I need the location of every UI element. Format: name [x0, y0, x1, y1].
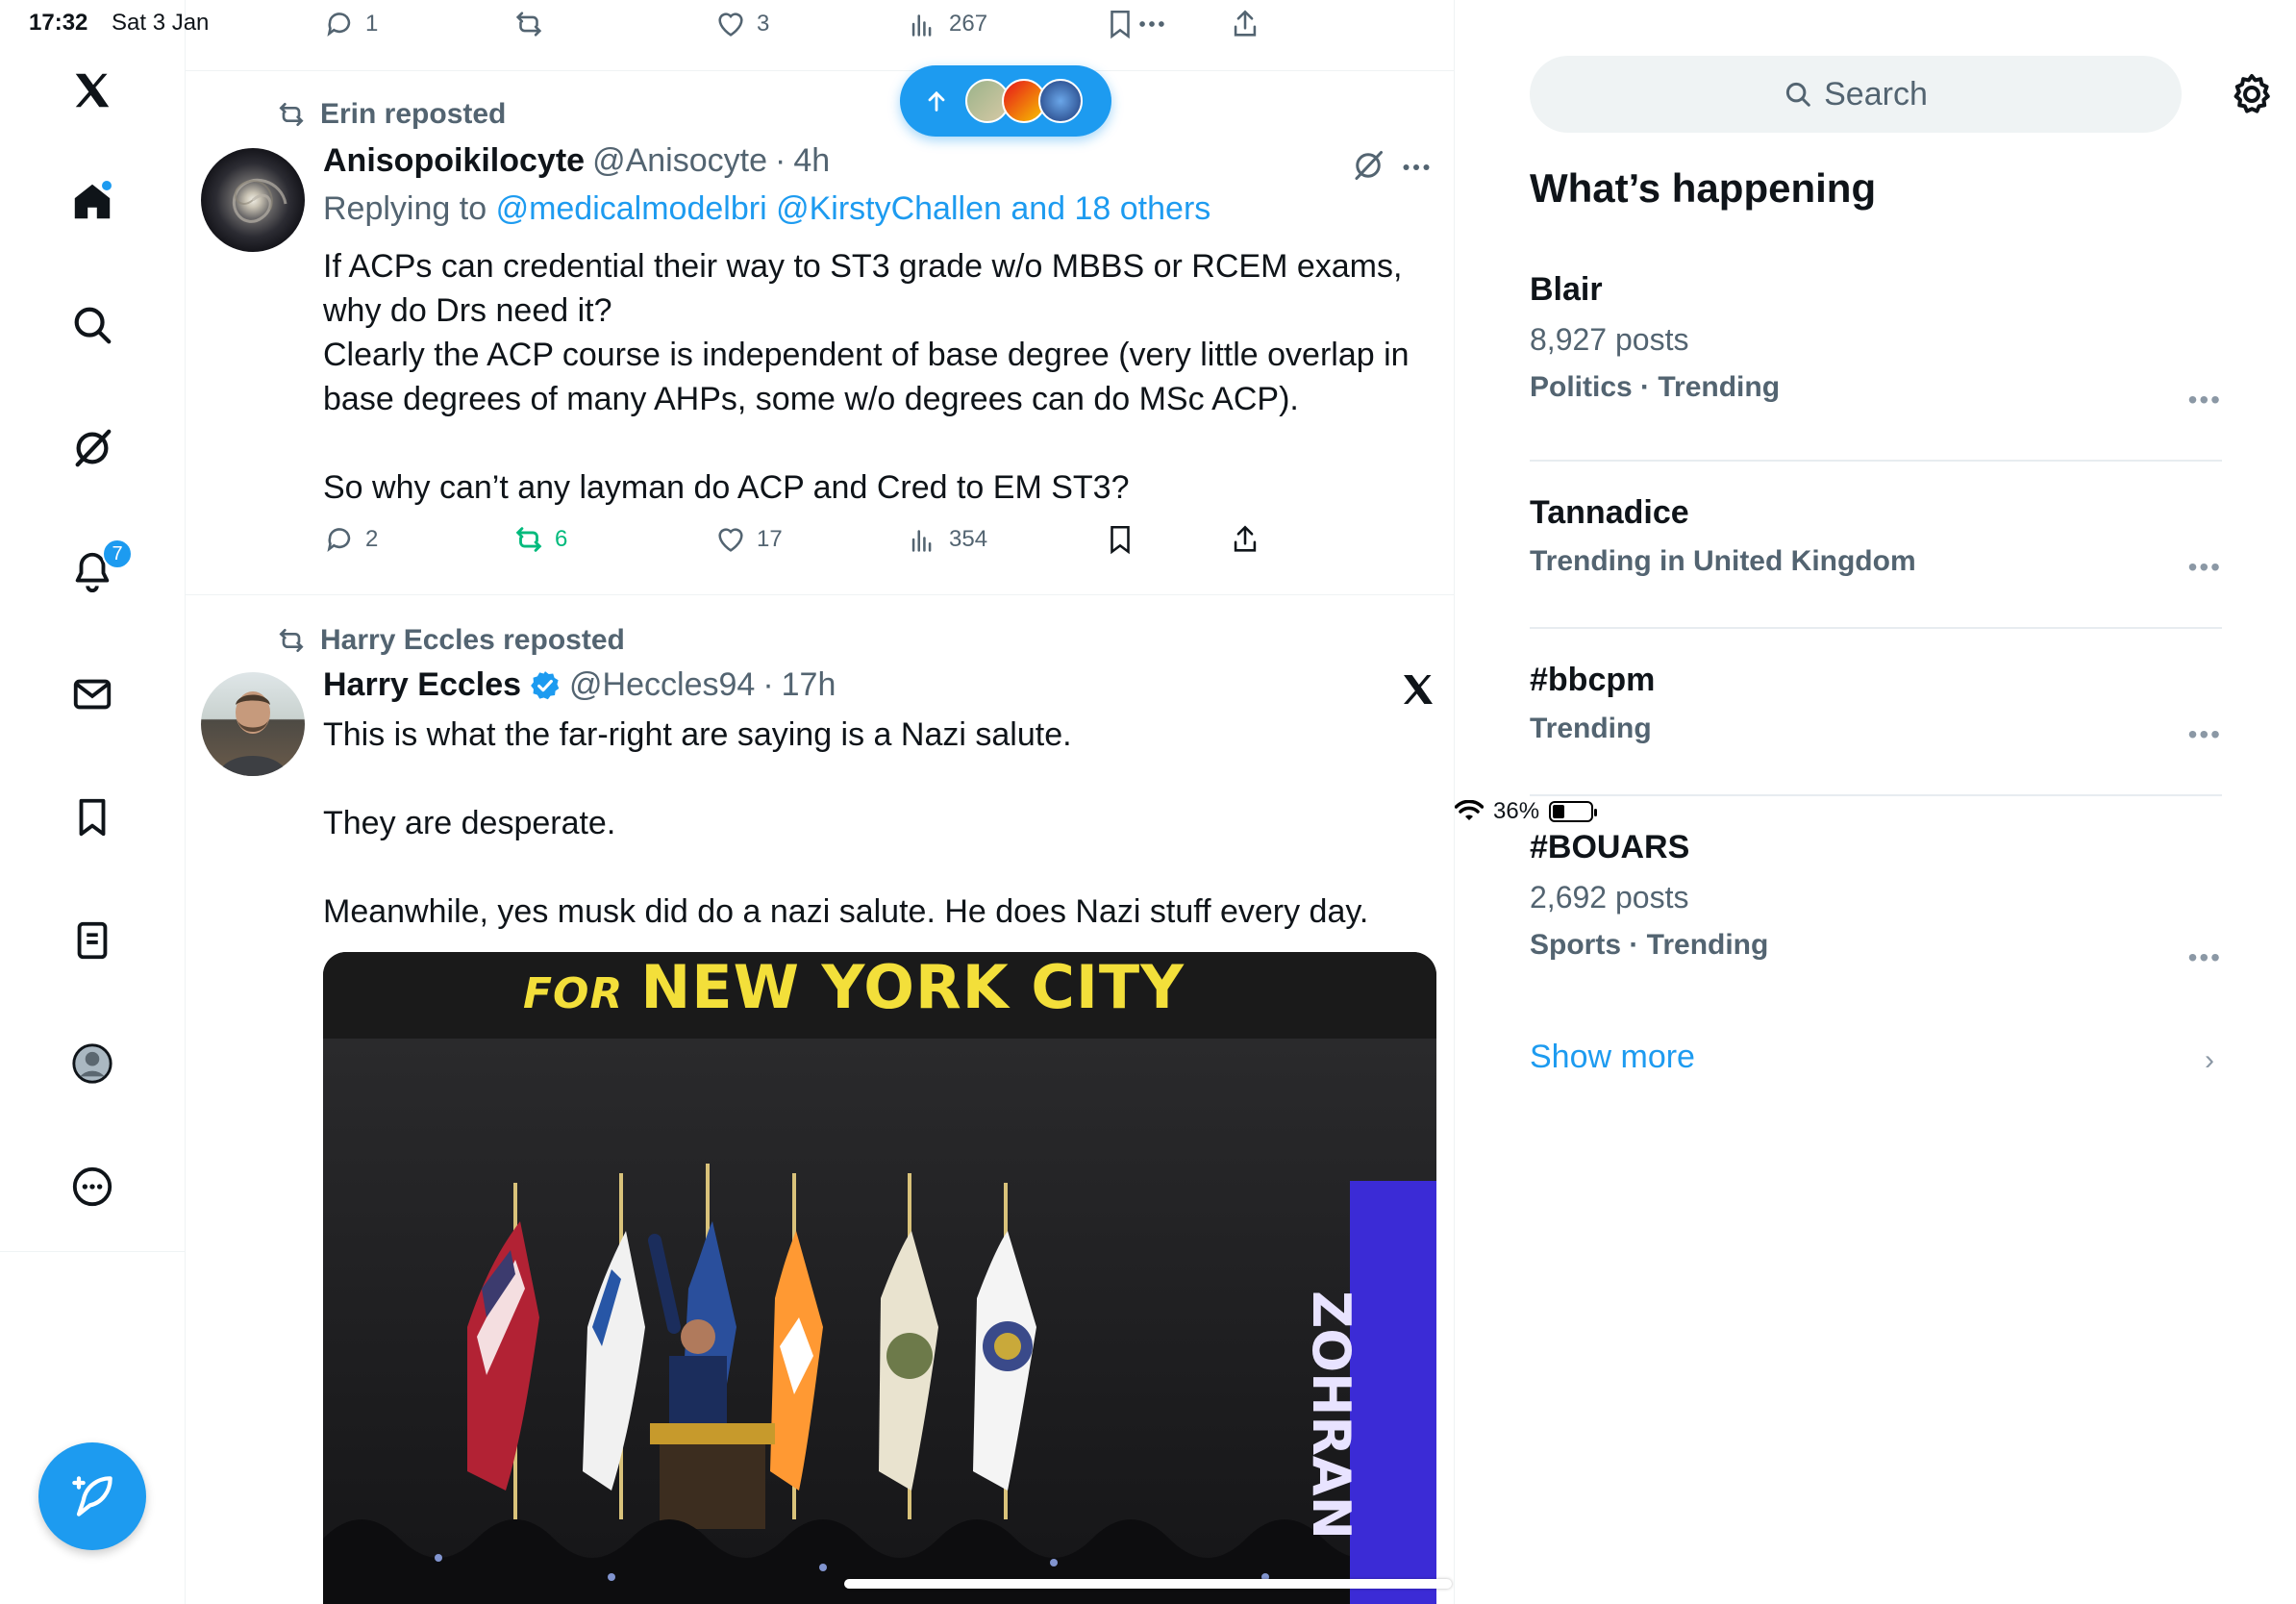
- views-icon: [911, 530, 932, 552]
- x-logo-icon[interactable]: [1399, 670, 1437, 709]
- timeline: 1 3 267 Erin reposted Anisopoikilocyte @…: [186, 0, 1455, 1604]
- compose-feather-icon: [72, 1476, 112, 1516]
- tweet[interactable]: Erin reposted Anisopoikilocyte @Anisocyt…: [186, 71, 1454, 594]
- replying-to-links[interactable]: @medicalmodelbri @KirstyChallen and 18 o…: [496, 190, 1211, 227]
- repost-context: Harry Eccles reposted: [276, 624, 625, 657]
- replying-to: Replying to @medicalmodelbri @KirstyChal…: [323, 190, 1211, 227]
- repost-icon: [515, 527, 542, 552]
- status-bar: 17:32 Sat 3 Jan 36%: [0, 0, 2296, 824]
- share-icon: [1234, 525, 1257, 552]
- status-time: 17:32: [29, 10, 88, 36]
- timestamp[interactable]: 17h: [782, 666, 836, 704]
- repost-context: Erin reposted: [276, 98, 506, 131]
- status-date: Sat 3 Jan: [112, 10, 210, 36]
- new-posts-pill[interactable]: [900, 65, 1111, 137]
- video-progress-indicator[interactable]: [844, 1579, 1452, 1589]
- avatar[interactable]: [201, 148, 305, 252]
- tweet-video[interactable]: FOR NEW YORK CITY ZOHRAN: [323, 952, 1436, 1604]
- avatar[interactable]: [201, 672, 305, 776]
- grok-icon[interactable]: [1351, 148, 1385, 183]
- tweet-text: This is what the far-right are saying is…: [323, 716, 1369, 930]
- timestamp[interactable]: 4h: [793, 142, 830, 180]
- views-button[interactable]: 354: [907, 523, 987, 556]
- battery-percent: 36%: [1493, 798, 1540, 824]
- video-side-text: ZOHRAN: [1301, 1291, 1362, 1540]
- reply-button[interactable]: 2: [323, 523, 378, 556]
- more-dots-icon[interactable]: [1399, 150, 1434, 185]
- lists-icon[interactable]: [63, 912, 121, 969]
- notifications-icon[interactable]: 7: [63, 539, 133, 600]
- notifications-badge: 7: [102, 539, 133, 569]
- verified-badge-icon: [531, 670, 560, 699]
- nav-divider: [0, 1251, 186, 1252]
- bookmarks-icon[interactable]: [63, 789, 121, 846]
- search-icon[interactable]: [63, 296, 121, 354]
- tweet-text: If ACPs can credential their way to ST3 …: [323, 248, 1410, 506]
- like-button[interactable]: 17: [714, 523, 783, 556]
- grok-icon[interactable]: [63, 419, 121, 477]
- bookmark-button[interactable]: [1104, 523, 1136, 556]
- video-frame: [323, 1039, 1436, 1604]
- separator: ·: [762, 666, 774, 703]
- compose-button[interactable]: [38, 1442, 146, 1550]
- home-icon[interactable]: [63, 173, 121, 231]
- status-right: 36%: [1455, 10, 2296, 1604]
- author-name[interactable]: Harry Eccles: [323, 666, 521, 704]
- bookmark-icon: [1111, 525, 1130, 555]
- author-handle[interactable]: @Anisocyte: [592, 142, 767, 180]
- messages-icon[interactable]: [63, 665, 121, 723]
- reply-icon: [327, 528, 351, 552]
- video-side-banner: [1350, 1181, 1436, 1604]
- profile-icon[interactable]: [63, 1035, 121, 1092]
- video-banner-text: FOR NEW YORK CITY: [523, 952, 1185, 1022]
- wifi-icon: [1455, 800, 1484, 820]
- share-button[interactable]: [1229, 523, 1261, 556]
- left-nav: 7: [0, 0, 186, 1604]
- repost-button[interactable]: 6: [512, 523, 567, 556]
- more-icon[interactable]: [63, 1158, 121, 1216]
- arrow-up-icon: [928, 90, 945, 112]
- repost-icon: [279, 103, 304, 126]
- new-post-avatar: [1038, 79, 1083, 123]
- tweet-header: Anisopoikilocyte @Anisocyte · 4h: [323, 142, 830, 180]
- separator: ·: [774, 142, 786, 179]
- battery-icon: [1549, 801, 1598, 822]
- repost-icon: [279, 629, 304, 652]
- author-handle[interactable]: @Heccles94: [569, 666, 755, 704]
- author-name[interactable]: Anisopoikilocyte: [323, 142, 585, 180]
- x-logo-icon[interactable]: [63, 62, 121, 119]
- heart-icon: [718, 528, 743, 552]
- home-unread-dot: [100, 179, 113, 192]
- tweet-header: Harry Eccles @Heccles94 · 17h: [323, 666, 836, 704]
